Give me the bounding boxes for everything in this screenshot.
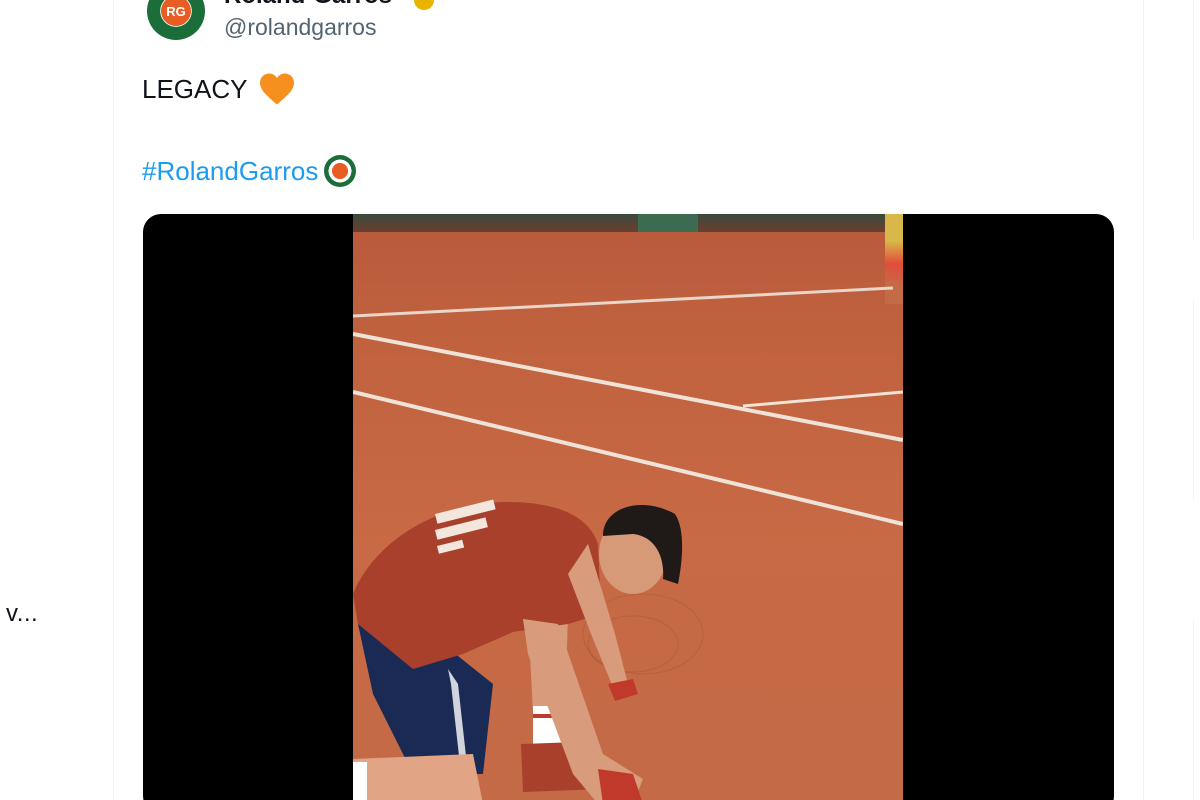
orange-heart-icon <box>259 73 294 105</box>
tweet-text: LEGACY <box>142 72 296 106</box>
roland-garros-emoji-icon <box>324 155 357 187</box>
player-wristband <box>598 769 642 800</box>
court-line <box>353 286 894 318</box>
tweet-text-content: LEGACY <box>142 73 248 104</box>
court-scene <box>353 286 903 800</box>
court-line <box>353 390 903 526</box>
video-frame[interactable] <box>353 214 903 800</box>
hashtag-link[interactable]: #RolandGarros <box>142 156 318 187</box>
hashtag-line: #RolandGarros <box>142 155 357 187</box>
right-column-divider <box>1193 300 1194 500</box>
right-column-divider <box>1193 0 1194 240</box>
court-line <box>742 390 903 408</box>
user-handle[interactable]: @rolandgarros <box>224 14 376 41</box>
right-column-divider <box>1193 620 1194 800</box>
court-line <box>353 332 903 442</box>
video-player[interactable] <box>143 214 1114 800</box>
player-leg <box>353 754 483 800</box>
display-name[interactable]: Roland-Garros <box>224 0 392 10</box>
avatar-logo: RG <box>161 0 191 26</box>
sidebar-truncated-text[interactable]: v... <box>6 600 38 628</box>
more-options-icon[interactable]: ··· <box>1080 0 1108 6</box>
player-figure <box>353 499 683 800</box>
